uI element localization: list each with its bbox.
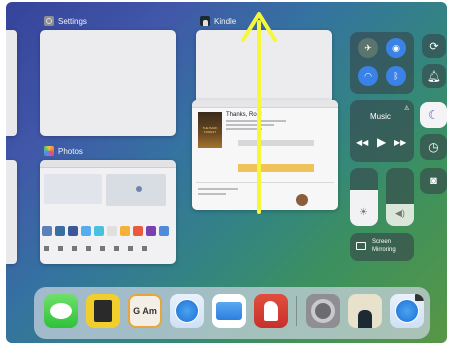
swipe-up-arrow-icon [241, 12, 277, 214]
ipad-screen: Settings Photos Kindle THE BARK FOREST T… [6, 2, 447, 343]
app-switcher-screen: Settings Photos Kindle THE BARK FOREST T… [0, 0, 453, 345]
